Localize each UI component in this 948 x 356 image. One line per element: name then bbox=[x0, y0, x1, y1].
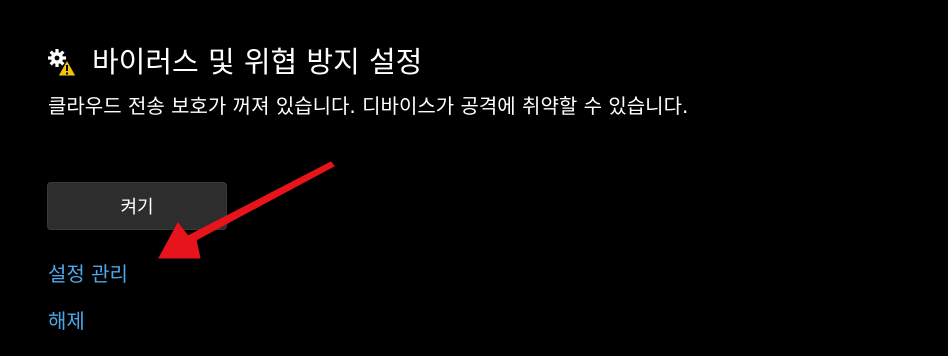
virus-threat-settings-section: 바이러스 및 위협 방지 설정 클라우드 전송 보호가 꺼져 있습니다. 디바이… bbox=[0, 0, 948, 356]
section-header: 바이러스 및 위협 방지 설정 bbox=[46, 40, 422, 84]
shield-warning-icon bbox=[48, 49, 77, 77]
turn-on-button[interactable]: 켜기 bbox=[47, 182, 227, 230]
status-description: 클라우드 전송 보호가 꺼져 있습니다. 디바이스가 공격에 취약할 수 있습니… bbox=[48, 94, 689, 118]
manage-settings-link[interactable]: 설정 관리 bbox=[48, 260, 128, 288]
dismiss-link[interactable]: 해제 bbox=[48, 307, 85, 335]
page-title: 바이러스 및 위협 방지 설정 bbox=[92, 45, 423, 79]
